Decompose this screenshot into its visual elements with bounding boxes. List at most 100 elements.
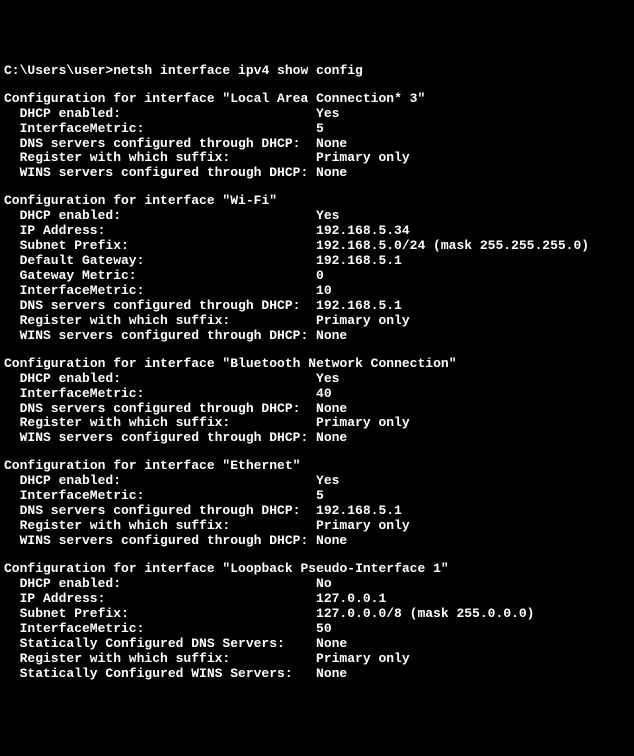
config-row: Statically Configured DNS Servers:None xyxy=(4,637,630,652)
config-value: 127.0.0.1 xyxy=(316,592,386,607)
config-label: Register with which suffix: xyxy=(20,519,316,534)
config-row: Register with which suffix:Primary only xyxy=(4,151,630,166)
config-row: DNS servers configured through DHCP:None xyxy=(4,402,630,417)
config-row: Default Gateway:192.168.5.1 xyxy=(4,254,630,269)
config-label: DNS servers configured through DHCP: xyxy=(20,137,316,152)
config-label: InterfaceMetric: xyxy=(20,122,316,137)
section-header: Configuration for interface "Loopback Ps… xyxy=(4,562,630,577)
section-header-prefix: Configuration for interface " xyxy=(4,357,230,372)
config-value: 5 xyxy=(316,489,324,504)
config-value: 192.168.5.34 xyxy=(316,224,410,239)
section-header: Configuration for interface "Wi-Fi" xyxy=(4,194,630,209)
section-name: Ethernet xyxy=(230,459,292,474)
section-header-suffix: " xyxy=(417,92,425,107)
config-row: DNS servers configured through DHCP:192.… xyxy=(4,299,630,314)
config-row: Statically Configured WINS Servers:None xyxy=(4,667,630,682)
config-row: WINS servers configured through DHCP:Non… xyxy=(4,166,630,181)
config-label: DNS servers configured through DHCP: xyxy=(20,299,316,314)
config-label: WINS servers configured through DHCP: xyxy=(20,166,316,181)
section-header-suffix: " xyxy=(441,562,449,577)
config-row: WINS servers configured through DHCP:Non… xyxy=(4,534,630,549)
config-value: 127.0.0.0/8 (mask 255.0.0.0) xyxy=(316,607,534,622)
config-value: 10 xyxy=(316,284,332,299)
config-row: IP Address:192.168.5.34 xyxy=(4,224,630,239)
config-value: 50 xyxy=(316,622,332,637)
config-value: None xyxy=(316,166,347,181)
config-row: DHCP enabled:Yes xyxy=(4,209,630,224)
config-value: 192.168.5.1 xyxy=(316,299,402,314)
config-label: Subnet Prefix: xyxy=(20,239,316,254)
config-row: Subnet Prefix:192.168.5.0/24 (mask 255.2… xyxy=(4,239,630,254)
config-label: Register with which suffix: xyxy=(20,151,316,166)
config-label: Register with which suffix: xyxy=(20,314,316,329)
config-label: InterfaceMetric: xyxy=(20,622,316,637)
config-label: InterfaceMetric: xyxy=(20,489,316,504)
prompt-command: netsh interface ipv4 show config xyxy=(113,64,363,79)
config-value: None xyxy=(316,667,347,682)
section-name: Local Area Connection* 3 xyxy=(230,92,417,107)
config-label: Statically Configured DNS Servers: xyxy=(20,637,316,652)
config-value: 5 xyxy=(316,122,324,137)
config-label: WINS servers configured through DHCP: xyxy=(20,534,316,549)
prompt-line[interactable]: C:\Users\user>netsh interface ipv4 show … xyxy=(4,64,630,79)
section-header-prefix: Configuration for interface " xyxy=(4,562,230,577)
config-label: Gateway Metric: xyxy=(20,269,316,284)
config-value: Yes xyxy=(316,474,339,489)
config-value: None xyxy=(316,431,347,446)
section-header-prefix: Configuration for interface " xyxy=(4,194,230,209)
config-value: None xyxy=(316,402,347,417)
config-row: DNS servers configured through DHCP:192.… xyxy=(4,504,630,519)
terminal[interactable]: C:\Users\user>netsh interface ipv4 show … xyxy=(4,64,630,682)
section-header-suffix: " xyxy=(449,357,457,372)
config-value: Primary only xyxy=(316,151,410,166)
config-row: Gateway Metric:0 xyxy=(4,269,630,284)
section-name: Bluetooth Network Connection xyxy=(230,357,448,372)
config-row: Subnet Prefix:127.0.0.0/8 (mask 255.0.0.… xyxy=(4,607,630,622)
prompt-path: C:\Users\user> xyxy=(4,64,113,79)
config-label: Default Gateway: xyxy=(20,254,316,269)
config-row: Register with which suffix:Primary only xyxy=(4,416,630,431)
config-value: None xyxy=(316,637,347,652)
config-label: WINS servers configured through DHCP: xyxy=(20,329,316,344)
config-label: DHCP enabled: xyxy=(20,107,316,122)
config-row: InterfaceMetric:50 xyxy=(4,622,630,637)
config-value: Primary only xyxy=(316,416,410,431)
config-value: Primary only xyxy=(316,652,410,667)
config-row: WINS servers configured through DHCP:Non… xyxy=(4,329,630,344)
config-label: DNS servers configured through DHCP: xyxy=(20,504,316,519)
section-header: Configuration for interface "Bluetooth N… xyxy=(4,357,630,372)
section-header: Configuration for interface "Ethernet" xyxy=(4,459,630,474)
config-row: Register with which suffix:Primary only xyxy=(4,519,630,534)
config-label: IP Address: xyxy=(20,224,316,239)
config-label: DHCP enabled: xyxy=(20,577,316,592)
config-label: Register with which suffix: xyxy=(20,416,316,431)
config-label: InterfaceMetric: xyxy=(20,284,316,299)
config-row: DHCP enabled:Yes xyxy=(4,474,630,489)
config-label: DHCP enabled: xyxy=(20,372,316,387)
config-label: DNS servers configured through DHCP: xyxy=(20,402,316,417)
config-row: DHCP enabled:No xyxy=(4,577,630,592)
config-label: Subnet Prefix: xyxy=(20,607,316,622)
config-value: Primary only xyxy=(316,314,410,329)
config-value: None xyxy=(316,137,347,152)
blank-line xyxy=(4,344,630,357)
section-header-suffix: " xyxy=(269,194,277,209)
config-label: DHCP enabled: xyxy=(20,209,316,224)
section-header: Configuration for interface "Local Area … xyxy=(4,92,630,107)
config-value: Yes xyxy=(316,107,339,122)
config-row: InterfaceMetric:40 xyxy=(4,387,630,402)
config-row: InterfaceMetric:5 xyxy=(4,122,630,137)
config-row: Register with which suffix:Primary only xyxy=(4,652,630,667)
config-row: IP Address:127.0.0.1 xyxy=(4,592,630,607)
config-row: DNS servers configured through DHCP:None xyxy=(4,137,630,152)
config-label: DHCP enabled: xyxy=(20,474,316,489)
config-label: Register with which suffix: xyxy=(20,652,316,667)
section-header-suffix: " xyxy=(293,459,301,474)
config-label: IP Address: xyxy=(20,592,316,607)
config-label: Statically Configured WINS Servers: xyxy=(20,667,316,682)
config-row: DHCP enabled:Yes xyxy=(4,372,630,387)
blank-line xyxy=(4,549,630,562)
config-value: Yes xyxy=(316,372,339,387)
config-value: None xyxy=(316,534,347,549)
config-value: 192.168.5.0/24 (mask 255.255.255.0) xyxy=(316,239,589,254)
